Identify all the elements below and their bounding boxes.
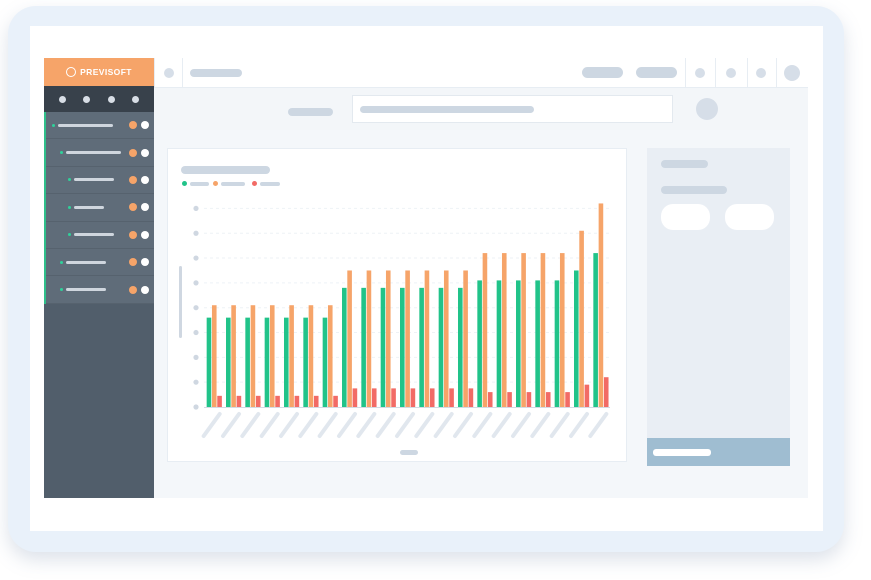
bar-s1-8 xyxy=(342,287,347,407)
bar-s2-14 xyxy=(463,270,468,407)
bar-s2-10 xyxy=(385,270,391,407)
bar-s3-10 xyxy=(391,388,396,407)
bar-s3-18 xyxy=(545,392,551,407)
x-tick-label xyxy=(569,412,589,438)
bar-s2-6 xyxy=(308,305,314,407)
x-tick-label xyxy=(530,412,551,438)
x-tick-label xyxy=(588,412,609,438)
bar-chart xyxy=(179,203,610,438)
bar-s3-14 xyxy=(468,388,474,407)
y-axis-label-placeholder xyxy=(179,266,182,338)
x-tick-label xyxy=(472,412,493,438)
bar-s2-12 xyxy=(424,270,430,407)
bar-s3-1 xyxy=(217,395,222,407)
y-tick-marker xyxy=(193,379,199,385)
x-tick-label xyxy=(337,412,357,438)
x-tick-label xyxy=(259,412,280,438)
bar-s2-18 xyxy=(540,253,546,407)
bar-s2-11 xyxy=(405,270,410,407)
bar-s1-10 xyxy=(380,287,386,407)
x-tick-label xyxy=(201,412,222,438)
bar-s2-17 xyxy=(521,253,526,407)
bar-s1-14 xyxy=(458,287,463,407)
bar-s2-3 xyxy=(250,305,256,407)
x-tick-label xyxy=(298,412,319,438)
bar-s2-8 xyxy=(347,270,352,407)
bar-s1-1 xyxy=(206,317,212,407)
bar-s2-21 xyxy=(598,203,604,407)
y-tick-marker xyxy=(193,280,199,286)
bar-s2-4 xyxy=(269,305,275,407)
bar-s3-19 xyxy=(565,392,570,407)
bar-s2-7 xyxy=(327,305,333,407)
x-tick-label xyxy=(511,412,531,438)
bar-s1-13 xyxy=(438,287,444,407)
bar-s3-9 xyxy=(371,388,377,407)
x-tick-label xyxy=(395,412,415,438)
y-tick-marker xyxy=(193,329,199,336)
bar-s3-6 xyxy=(313,395,319,407)
bar-s3-11 xyxy=(410,388,416,407)
y-tick-marker xyxy=(193,255,199,261)
x-tick-label xyxy=(433,412,454,438)
x-tick-label xyxy=(491,412,512,438)
bar-s2-15 xyxy=(482,253,488,407)
bar-s3-3 xyxy=(255,395,261,407)
bar-s2-1 xyxy=(211,305,217,407)
bar-s1-7 xyxy=(322,317,328,407)
bar-s3-20 xyxy=(584,384,590,407)
bar-s3-2 xyxy=(236,395,242,407)
bar-s2-2 xyxy=(231,305,236,407)
bar-s1-4 xyxy=(264,317,270,407)
x-tick-label xyxy=(356,412,377,438)
y-tick-marker xyxy=(193,230,199,236)
x-tick-label xyxy=(375,412,396,438)
bar-s1-9 xyxy=(361,287,366,407)
bar-s1-16 xyxy=(496,280,502,407)
y-tick-marker xyxy=(193,305,199,311)
bar-s3-17 xyxy=(526,392,532,407)
x-tick-label xyxy=(279,412,299,438)
bar-s3-13 xyxy=(449,388,454,407)
x-tick-label xyxy=(453,412,473,438)
bar-s3-7 xyxy=(333,395,338,407)
y-tick-marker xyxy=(193,205,199,212)
bar-s1-5 xyxy=(284,317,289,407)
bar-s1-20 xyxy=(574,270,579,407)
bar-s3-8 xyxy=(352,388,358,407)
bar-s3-12 xyxy=(429,388,435,407)
bar-s2-16 xyxy=(501,253,507,407)
bar-s1-6 xyxy=(303,317,308,407)
bar-s3-5 xyxy=(294,395,300,407)
bar-s1-17 xyxy=(516,280,521,407)
bar-s2-5 xyxy=(289,305,294,407)
bar-s3-21 xyxy=(603,377,609,407)
x-tick-label xyxy=(414,412,435,438)
bar-s1-12 xyxy=(419,287,424,407)
bar-s2-9 xyxy=(366,270,372,407)
bar-s2-19 xyxy=(559,253,565,407)
bar-s3-4 xyxy=(275,395,280,407)
bar-s2-20 xyxy=(579,230,584,407)
bar-s3-16 xyxy=(507,392,512,407)
x-tick-label xyxy=(317,412,338,438)
x-tick-label xyxy=(240,412,261,438)
bar-s1-11 xyxy=(400,287,405,407)
bar-s1-3 xyxy=(245,317,250,407)
bar-s2-13 xyxy=(443,270,449,407)
x-tick-label xyxy=(549,412,570,438)
bar-s1-15 xyxy=(477,280,482,407)
bar-s1-2 xyxy=(226,317,231,407)
bar-s1-19 xyxy=(554,280,560,407)
y-tick-marker xyxy=(193,354,199,360)
x-tick-label xyxy=(221,412,241,438)
bar-s1-18 xyxy=(535,280,540,407)
bar-s1-21 xyxy=(593,253,598,407)
y-tick-marker xyxy=(193,404,199,410)
bar-s3-15 xyxy=(487,392,493,407)
